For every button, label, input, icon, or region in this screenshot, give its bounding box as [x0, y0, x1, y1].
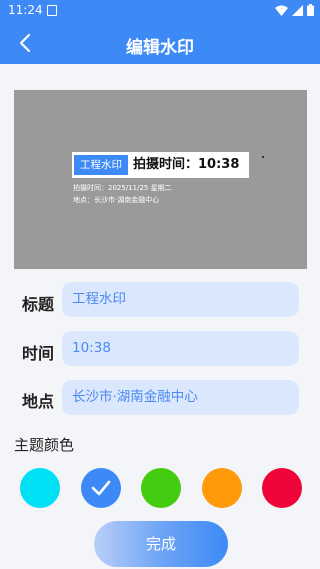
watermark-date-line: 拍摄时间：2025/11/25 星期二 — [73, 184, 172, 192]
title-input[interactable]: 工程水印 — [62, 282, 299, 317]
status-icons — [275, 4, 314, 16]
status-time: 11:24 — [8, 3, 43, 17]
location-field-label: 地点 — [22, 392, 55, 411]
watermark-time-label: 拍摄时间： — [133, 157, 199, 172]
theme-color-label: 主题颜色 — [14, 436, 75, 454]
check-icon — [91, 480, 111, 496]
battery-icon — [307, 4, 314, 16]
photo-preview — [14, 90, 307, 269]
watermark-location-line: 地点：长沙市·湖南金融中心 — [73, 196, 160, 204]
color-swatch-green[interactable] — [141, 468, 181, 508]
watermark-time: 拍摄时间：10:38 — [133, 155, 239, 175]
notification-icon — [47, 5, 57, 16]
color-swatch-orange[interactable] — [202, 468, 242, 508]
header: 编辑水印 — [0, 22, 320, 64]
watermark-title-badge: 工程水印 — [74, 155, 128, 175]
preview-dot — [262, 156, 264, 158]
watermark-time-value: 10:38 — [198, 157, 240, 172]
location-input[interactable]: 长沙市·湖南金融中心 — [62, 380, 299, 415]
time-field-label: 时间 — [22, 344, 55, 363]
signal-icon — [292, 4, 303, 16]
wifi-icon — [275, 5, 288, 16]
status-bar: 11:24 — [0, 0, 320, 22]
time-input[interactable]: 10:38 — [62, 331, 299, 366]
color-swatch-cyan[interactable] — [20, 468, 60, 508]
done-button[interactable]: 完成 — [94, 521, 228, 567]
color-swatch-red[interactable] — [262, 468, 302, 508]
title-field-label: 标题 — [22, 295, 55, 314]
page-title: 编辑水印 — [126, 38, 194, 58]
color-swatch-blue[interactable] — [81, 468, 121, 508]
